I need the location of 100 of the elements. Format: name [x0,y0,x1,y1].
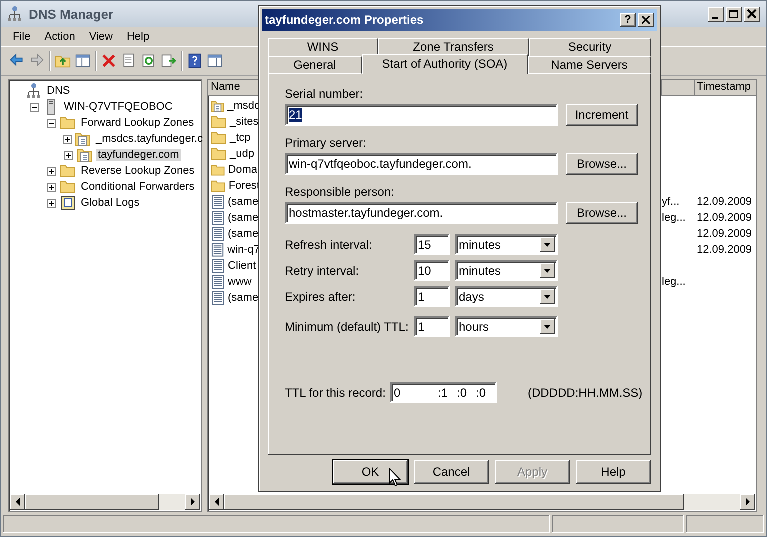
help-button[interactable]: ? [620,13,636,27]
menu-item[interactable]: File [6,30,38,42]
field-label: Responsible person: [285,185,396,200]
tree-item[interactable]: WIN-Q7VTFQEOBOC [62,101,175,113]
export-list-icon[interactable] [161,53,177,69]
console-tree-icon[interactable] [75,53,91,69]
unit-dropdown[interactable]: minutes [455,234,558,255]
close-icon[interactable] [642,16,650,24]
expand-toggle-icon[interactable] [46,182,57,192]
scroll-left-icon[interactable] [214,498,220,506]
dialog-button[interactable]: OK [333,460,408,484]
number-field[interactable]: 10 [414,260,450,281]
dialog-title: tayfundeger.com Properties [265,13,425,27]
column-header[interactable]: Timestamp [695,80,756,96]
menu-item[interactable]: View [82,30,120,42]
table-cell: (same [228,196,259,208]
text-field[interactable]: hostmaster.tayfundeger.com. [285,202,558,224]
table-cell: leg... [662,276,686,288]
refresh-icon[interactable] [141,53,157,69]
scroll-right-icon[interactable] [744,498,750,506]
folder-icon [60,116,76,130]
zone-icon [77,147,93,163]
tree-item[interactable]: tayfundeger.com [96,149,182,161]
field-label: Minimum (default) TTL: [285,320,410,334]
folder-icon [211,147,227,161]
text-field[interactable]: 21 [285,104,558,126]
folder-up-icon[interactable] [55,53,71,69]
expand-toggle-icon[interactable] [46,166,57,176]
text-field[interactable]: win-q7vtfqeoboc.tayfundeger.com. [285,153,558,175]
tab[interactable]: Start of Authority (SOA) [362,54,528,74]
menu-item[interactable]: Action [38,30,82,42]
scroll-left-icon[interactable] [14,498,20,506]
menu-item[interactable]: Help [120,30,157,42]
minimize-icon[interactable] [708,6,724,22]
expand-toggle-icon[interactable] [46,198,57,208]
table-cell: 12.09.2009 [697,228,752,240]
maximize-icon[interactable] [726,6,742,22]
record-icon [211,194,225,210]
table-cell: (same [228,292,259,304]
collapse-toggle-icon[interactable] [29,102,40,112]
table-cell: _tcp [230,132,251,144]
number-field[interactable]: 15 [414,234,450,255]
tab[interactable]: Security [529,38,651,56]
window-title: DNS Manager [29,6,114,22]
table-cell: _sites [230,116,259,128]
column-header[interactable]: Name [208,80,260,96]
increment-button[interactable]: Increment [566,104,638,126]
column-header[interactable] [662,80,695,96]
tab[interactable]: General [268,56,362,74]
back-arrow-icon[interactable] [9,53,25,69]
unit-dropdown[interactable]: hours [455,316,558,337]
tree-item[interactable]: Reverse Lookup Zones [79,165,197,177]
app-icon [8,6,22,22]
horizontal-scrollbar[interactable] [209,494,755,510]
field-label: Expires after: [285,290,357,304]
table-cell: yf... [662,196,680,208]
table-cell: _msdc [228,100,260,112]
dialog-button[interactable]: Help [576,460,651,484]
expand-toggle-icon[interactable] [63,150,74,160]
record-icon [211,210,225,226]
tree-item[interactable]: Conditional Forwarders [79,181,197,193]
ttl-field[interactable]: 0 :1 :0 :0 [390,382,497,403]
unit-dropdown[interactable]: minutes [455,260,558,281]
expand-toggle-icon[interactable] [63,134,72,144]
folder-icon [211,163,226,177]
properties-icon[interactable] [121,53,137,69]
field-label: Refresh interval: [285,238,374,252]
collapse-toggle-icon[interactable] [46,118,57,128]
dialog-button[interactable]: Cancel [414,460,489,484]
folder-icon [60,164,76,178]
tree-item[interactable]: _msdcs.tayfundeger.c [94,133,206,145]
tree-item[interactable]: DNS [45,85,72,97]
table-cell: win-q7 [228,244,260,256]
number-field[interactable]: 1 [414,316,450,337]
folder-icon [211,115,227,129]
number-field[interactable]: 1 [414,286,450,307]
record-icon [211,226,225,242]
field-label: Retry interval: [285,264,360,278]
record-icon [211,258,225,274]
server-icon [45,99,57,115]
network-icon [27,83,41,99]
browse-button[interactable]: Browse... [566,153,638,175]
help-icon[interactable] [187,53,203,69]
unit-dropdown[interactable]: days [455,286,558,307]
scroll-right-icon[interactable] [190,498,196,506]
table-cell: 12.09.2009 [697,244,752,256]
tree-item[interactable]: Global Logs [79,197,142,209]
tree-item[interactable]: Forward Lookup Zones [79,117,196,129]
dropdown-arrow-icon [544,324,551,328]
table-cell: 12.09.2009 [697,212,752,224]
table-cell: leg... [662,212,686,224]
table-cell: www [228,276,252,288]
horizontal-scrollbar[interactable] [10,494,200,510]
action-pane-icon[interactable] [207,53,223,69]
delete-icon[interactable] [101,53,117,69]
field-label: TTL for this record: [285,386,387,400]
field-label: Primary server: [285,136,368,151]
tab[interactable]: Name Servers [528,56,651,74]
table-cell: Client [228,260,256,272]
browse-button[interactable]: Browse... [566,202,638,224]
